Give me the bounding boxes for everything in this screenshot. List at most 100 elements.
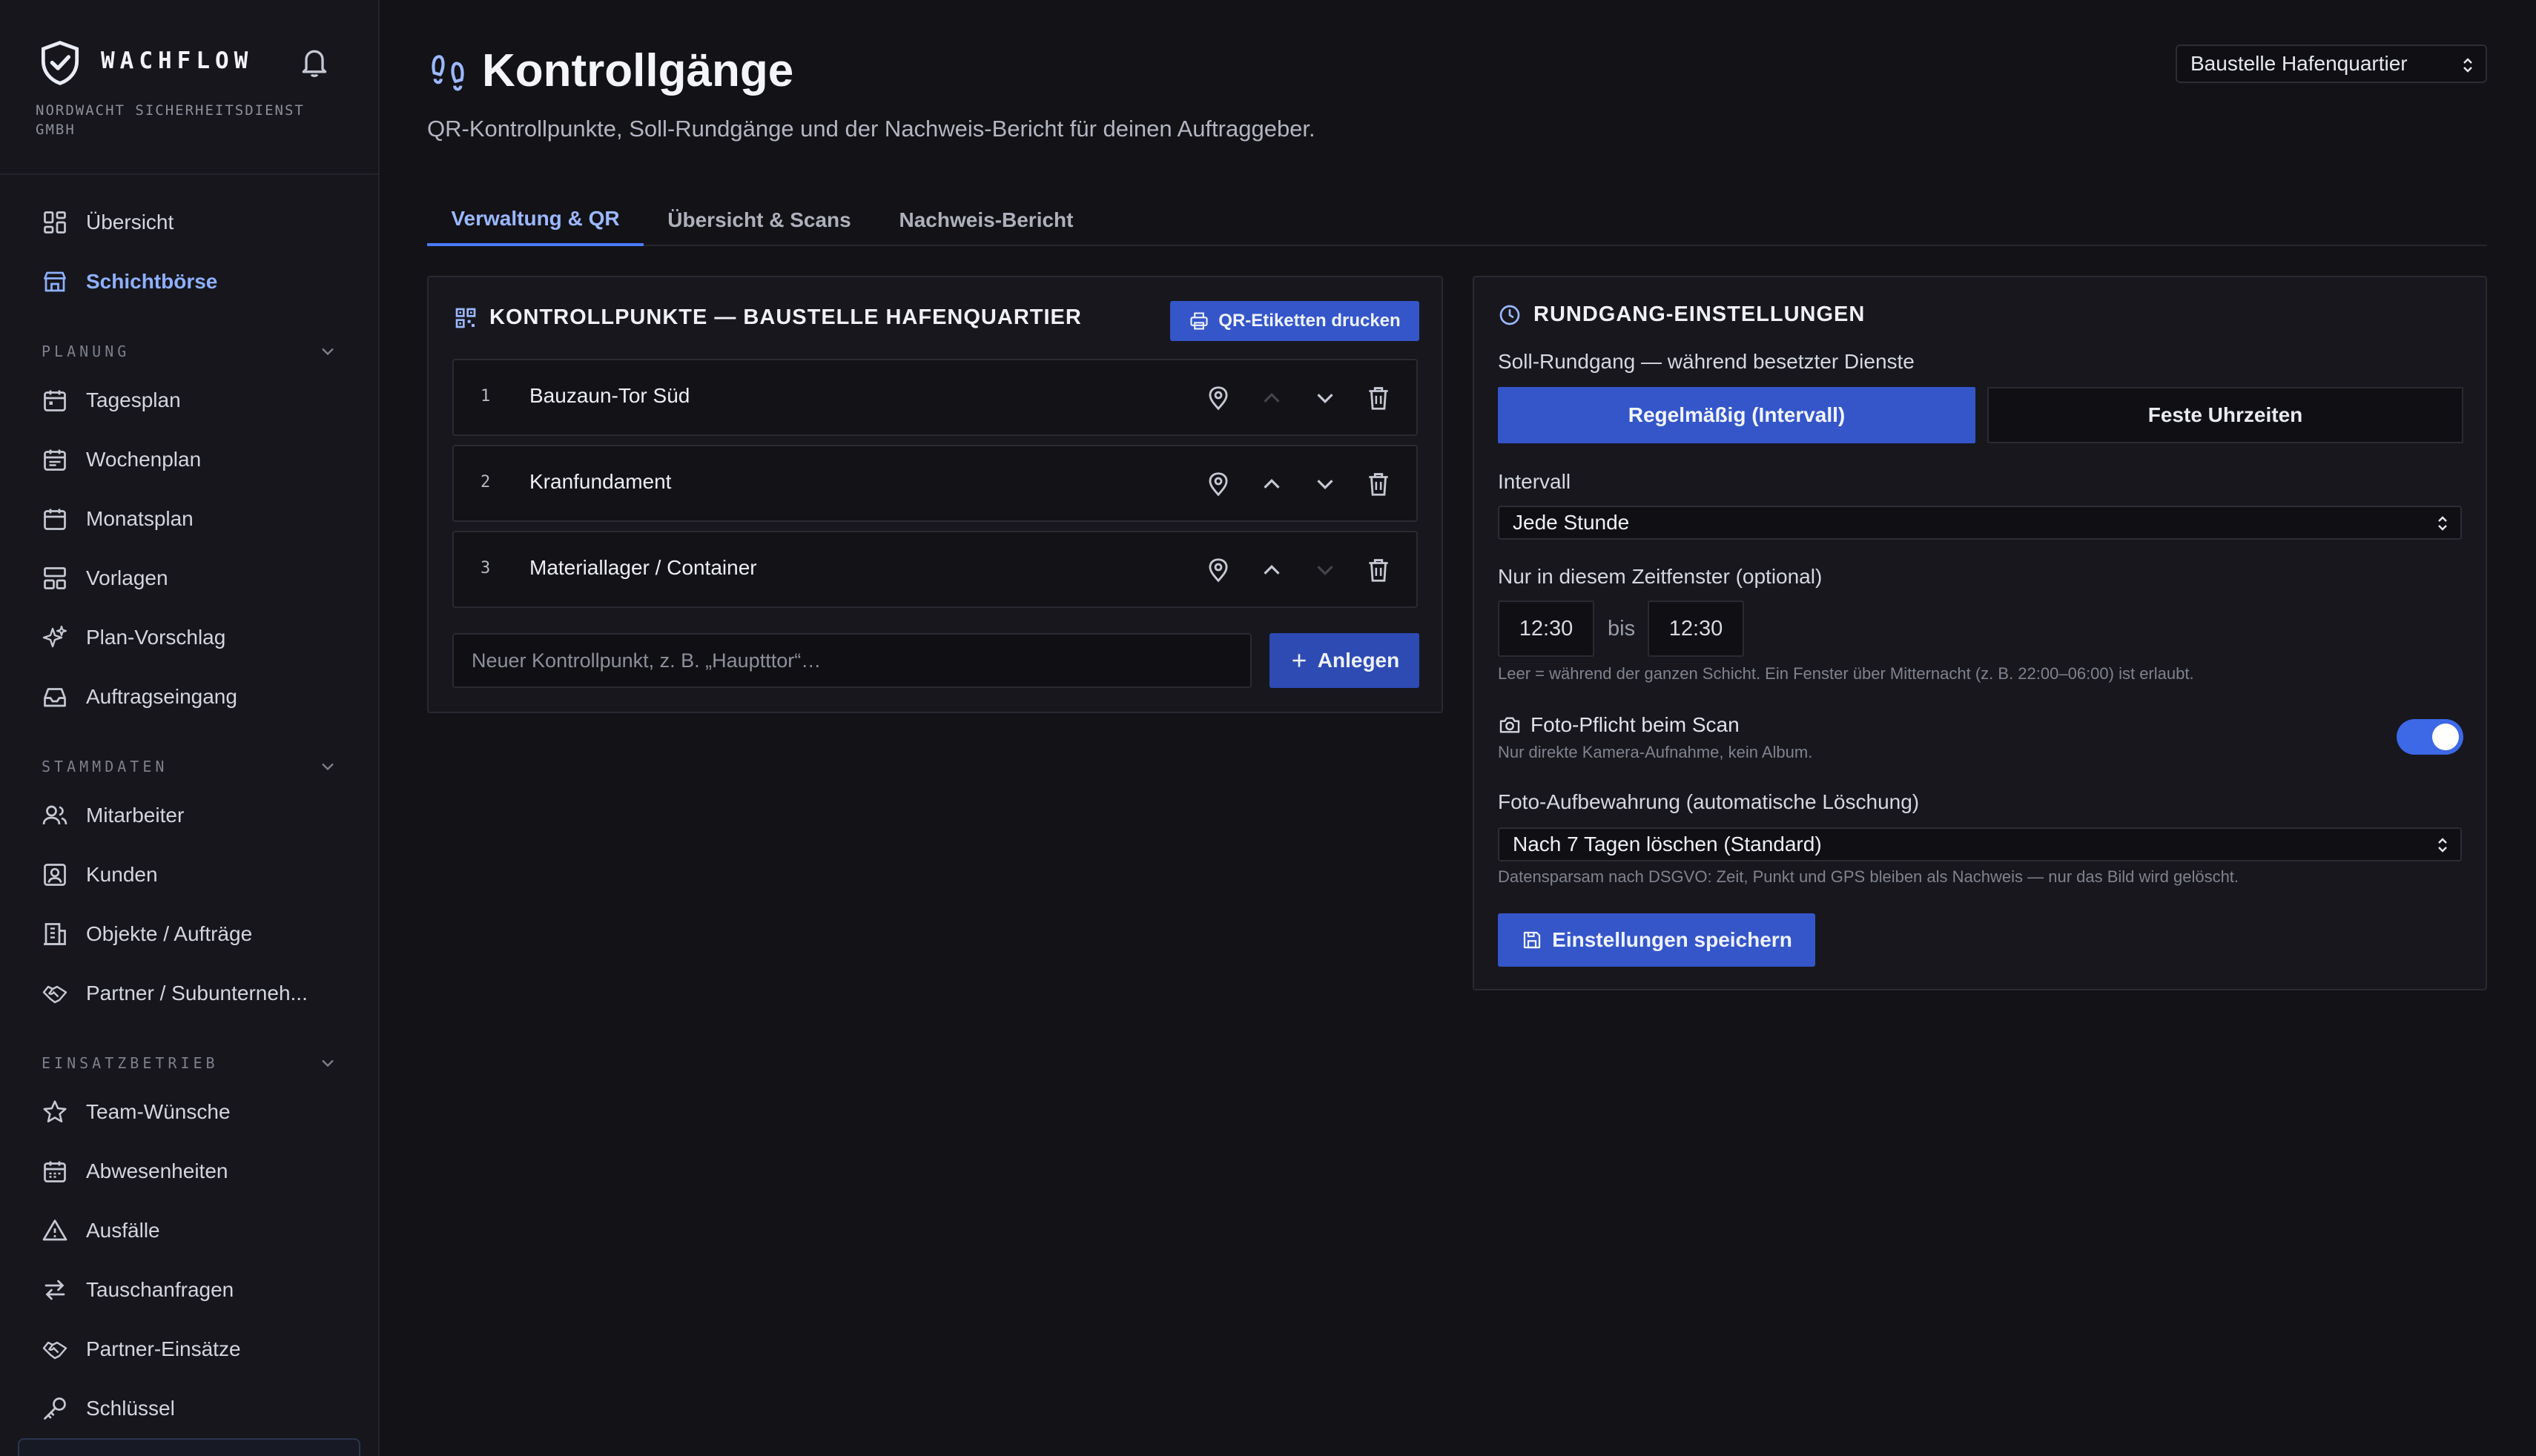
print-qr-labels-button[interactable]: QR-Etiketten drucken <box>1170 301 1419 341</box>
map-pin-icon[interactable] <box>1204 384 1232 412</box>
sidebar-item-label: Mitarbeiter <box>86 804 185 827</box>
calendar-absence-icon <box>44 1161 66 1182</box>
checkpoints-panel-header: KONTROLLPUNKTE — BAUSTELLE HAFENQUARTIER <box>454 305 1082 330</box>
handshake-icon <box>42 1341 67 1360</box>
save-icon <box>1524 931 1541 949</box>
tab-verwaltung-qr[interactable]: Verwaltung & QR <box>427 194 644 246</box>
sidebar-item-kunden[interactable]: Kunden <box>19 850 360 900</box>
chevron-updown-icon <box>2463 58 2472 73</box>
organization-name: NORDWACHT SICHERHEITSDIENST GMBH <box>36 102 305 138</box>
sidebar-item-schichtboerse[interactable]: Schichtbörse <box>19 257 360 307</box>
chevron-down-icon[interactable] <box>1311 470 1339 498</box>
site-select-value: Baustelle Hafenquartier <box>2190 52 2408 75</box>
bell-icon[interactable] <box>298 44 331 80</box>
sidebar-item-monatsplan[interactable]: Monatsplan <box>19 494 360 544</box>
sidebar-item-label: Plan-Vorschlag <box>86 626 226 649</box>
time-window-hint: Leer = während der ganzen Schicht. Ein F… <box>1498 664 2194 683</box>
tab-uebersicht-scans[interactable]: Übersicht & Scans <box>656 194 863 246</box>
trash-icon[interactable] <box>1364 470 1393 498</box>
site-select[interactable]: Baustelle Hafenquartier <box>2176 44 2487 83</box>
interval-label: Intervall <box>1498 470 1571 493</box>
mode-interval-button[interactable]: Regelmäßig (Intervall) <box>1498 387 1975 443</box>
sidebar-item-partner[interactable]: Partner / Subunterneh... <box>19 968 360 1019</box>
shield-check-icon <box>41 41 79 85</box>
sidebar-item-abwesenheiten[interactable]: Abwesenheiten <box>19 1146 360 1197</box>
interval-select-value: Jede Stunde <box>1513 511 1630 534</box>
sparkles-icon <box>42 625 67 648</box>
mode-label: Soll-Rundgang — während besetzter Dienst… <box>1498 350 1915 373</box>
chevron-up-icon[interactable] <box>1258 384 1286 412</box>
sidebar-item-ausfaelle[interactable]: Ausfälle <box>19 1205 360 1256</box>
warning-icon <box>42 1220 67 1241</box>
chevron-down-icon[interactable] <box>1311 384 1339 412</box>
sidebar-item-tagesplan[interactable]: Tagesplan <box>19 375 360 426</box>
checkpoint-number: 2 <box>481 473 491 492</box>
tab-bar: Verwaltung & QR Übersicht & Scans Nachwe… <box>427 194 2487 246</box>
chevron-up-icon[interactable] <box>1258 470 1286 498</box>
section-einsatzbetrieb[interactable]: EINSATZBETRIEB <box>42 1048 338 1078</box>
sidebar-item-label: Übersicht <box>86 211 174 234</box>
sidebar-item-label: Partner / Subunterneh... <box>86 982 308 1005</box>
page-subtitle: QR-Kontrollpunkte, Soll-Rundgänge und de… <box>427 116 1315 142</box>
trash-icon[interactable] <box>1364 556 1393 584</box>
building-icon <box>44 923 66 945</box>
section-planung[interactable]: PLANUNG <box>42 337 338 366</box>
tab-nachweis-bericht[interactable]: Nachweis-Bericht <box>887 194 1086 246</box>
sidebar-item-partner-einsaetze[interactable]: Partner-Einsätze <box>19 1324 360 1374</box>
swap-icon <box>44 1280 65 1300</box>
add-checkpoint-button[interactable]: Anlegen <box>1269 633 1419 688</box>
sidebar-item-objekte[interactable]: Objekte / Aufträge <box>19 909 360 959</box>
chevron-down-icon[interactable] <box>1311 556 1339 584</box>
sidebar-item-mitarbeiter[interactable]: Mitarbeiter <box>19 790 360 841</box>
sidebar-item-auftragseingang[interactable]: Auftragseingang <box>19 672 360 722</box>
sidebar-item-label: Auftragseingang <box>86 685 237 708</box>
sidebar-item-team-wuensche[interactable]: Team-Wünsche <box>19 1087 360 1137</box>
chevron-down-icon <box>322 763 334 771</box>
sidebar-item-vorlagen[interactable]: Vorlagen <box>19 553 360 603</box>
photo-retention-select[interactable]: Nach 7 Tagen löschen (Standard) <box>1498 827 2462 861</box>
store-icon <box>44 271 66 292</box>
sidebar-item-partial[interactable] <box>18 1438 360 1456</box>
checkpoint-name: Materiallager / Container <box>529 556 757 579</box>
sidebar-item-label: Ausfälle <box>86 1219 160 1242</box>
sidebar-item-wochenplan[interactable]: Wochenplan <box>19 434 360 485</box>
new-checkpoint-input[interactable]: Neuer Kontrollpunkt, z. B. „Hauptttor“… <box>452 633 1252 688</box>
contact-icon <box>44 864 66 886</box>
sidebar-item-tauschanfragen[interactable]: Tauschanfragen <box>19 1265 360 1315</box>
trash-icon[interactable] <box>1364 384 1393 412</box>
key-icon <box>44 1397 66 1420</box>
time-window-from-input[interactable]: 12:30 <box>1498 600 1594 657</box>
time-window-to-input[interactable]: 12:30 <box>1648 600 1744 657</box>
chevron-up-icon[interactable] <box>1258 556 1286 584</box>
mode-fixed-times-button[interactable]: Feste Uhrzeiten <box>1987 387 2463 443</box>
sidebar-item-label: Schlüssel <box>86 1397 175 1420</box>
sidebar-item-label: Objekte / Aufträge <box>86 922 253 945</box>
checkpoint-number: 1 <box>481 387 491 406</box>
time-window-separator: bis <box>1608 617 1636 641</box>
chevron-down-icon <box>322 1059 334 1068</box>
page-header: Kontrollgänge <box>427 44 793 97</box>
checkpoints-panel: KONTROLLPUNKTE — BAUSTELLE HAFENQUARTIER… <box>427 276 1443 713</box>
sidebar-item-plan-vorschlag[interactable]: Plan-Vorschlag <box>19 612 360 663</box>
users-icon <box>42 805 67 825</box>
sidebar-item-schluessel[interactable]: Schlüssel <box>19 1383 360 1434</box>
map-pin-icon[interactable] <box>1204 556 1232 584</box>
sidebar-item-label: Tagesplan <box>86 388 181 411</box>
chevron-updown-icon <box>2438 516 2447 531</box>
checkpoint-name: Bauzaun-Tor Süd <box>529 384 690 407</box>
photo-required-label: Foto-Pflicht beim Scan <box>1530 713 1740 736</box>
section-stammdaten[interactable]: STAMMDATEN <box>42 752 338 781</box>
clock-icon <box>1499 305 1520 325</box>
save-settings-button[interactable]: Einstellungen speichern <box>1498 913 1815 967</box>
map-pin-icon[interactable] <box>1204 470 1232 498</box>
dashboard-icon <box>44 211 66 234</box>
photo-required-toggle[interactable] <box>2397 719 2463 755</box>
interval-select[interactable]: Jede Stunde <box>1498 506 2462 540</box>
footprints-icon <box>432 54 464 90</box>
sidebar-item-label: Team-Wünsche <box>86 1100 231 1123</box>
sidebar-divider <box>0 173 378 175</box>
camera-icon <box>1499 717 1520 733</box>
photo-required-hint: Nur direkte Kamera-Aufnahme, kein Album. <box>1498 743 1813 761</box>
sidebar-item-uebersicht[interactable]: Übersicht <box>19 197 360 248</box>
chevron-down-icon <box>322 348 334 356</box>
